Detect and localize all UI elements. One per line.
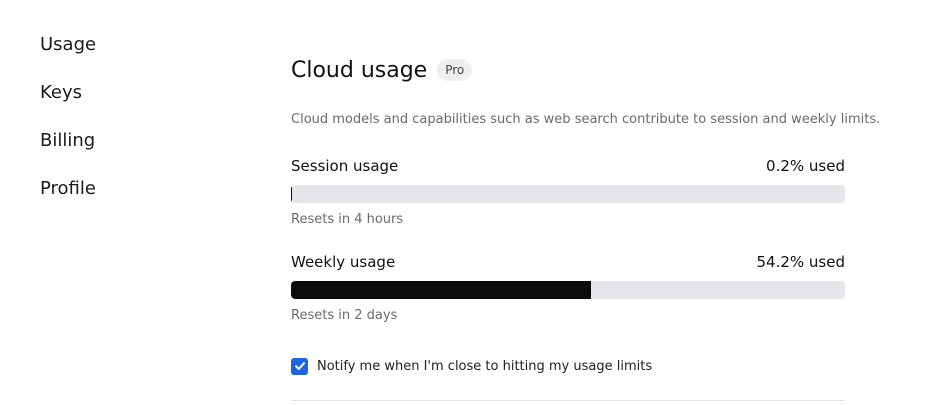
session-usage-section: Session usage 0.2% used Resets in 4 hour…	[291, 156, 845, 227]
check-icon	[294, 362, 305, 370]
weekly-usage-label: Weekly usage	[291, 253, 396, 271]
main-content: Cloud usage Pro Cloud models and capabil…	[291, 55, 880, 401]
sidebar-item-billing[interactable]: Billing	[40, 130, 96, 152]
weekly-usage-bar	[291, 281, 845, 299]
weekly-usage-fill	[291, 281, 592, 299]
notify-option[interactable]: Notify me when I'm close to hitting my u…	[291, 357, 652, 375]
session-usage-fill	[291, 185, 293, 203]
weekly-usage-section: Weekly usage 54.2% used Resets in 2 days	[291, 252, 845, 323]
sidebar: Usage Keys Billing Profile	[40, 34, 96, 226]
session-usage-bar	[291, 185, 845, 203]
weekly-reset-text: Resets in 2 days	[291, 308, 398, 323]
title-row: Cloud usage Pro	[291, 55, 845, 85]
divider	[291, 400, 845, 401]
session-usage-value: 0.2% used	[766, 157, 845, 175]
sidebar-item-usage[interactable]: Usage	[40, 34, 96, 56]
page-title: Cloud usage	[291, 57, 428, 83]
weekly-usage-value: 54.2% used	[756, 253, 846, 271]
session-usage-label: Session usage	[291, 157, 399, 175]
sidebar-item-profile[interactable]: Profile	[40, 178, 96, 200]
notify-checkbox[interactable]	[291, 357, 308, 375]
plan-badge: Pro	[437, 59, 473, 81]
sidebar-item-keys[interactable]: Keys	[40, 82, 96, 104]
notify-label: Notify me when I'm close to hitting my u…	[317, 358, 653, 374]
usage-description: Cloud models and capabilities such as we…	[291, 112, 881, 127]
session-reset-text: Resets in 4 hours	[291, 212, 404, 227]
